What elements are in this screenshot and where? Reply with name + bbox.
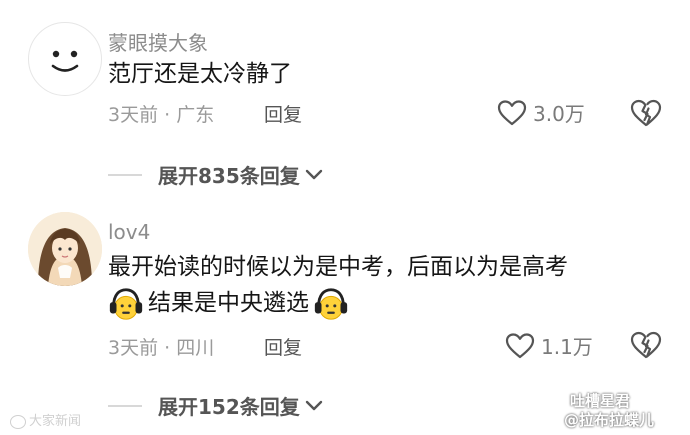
comment-text: 范厅还是太冷静了 [108, 61, 292, 87]
reply-button[interactable]: 回复 [264, 100, 302, 127]
avatar[interactable] [28, 212, 102, 286]
broken-heart-icon [630, 331, 662, 359]
divider [108, 405, 142, 407]
smiley-face-icon [51, 50, 79, 72]
divider [108, 174, 142, 176]
watermark-left: 大家新闻 [10, 410, 81, 429]
expand-label: 展开152条回复 [158, 395, 300, 419]
like-button[interactable]: 1.1万 [505, 331, 593, 360]
headphone-emoji-icon [109, 287, 143, 320]
username[interactable]: lov4 [108, 220, 150, 244]
like-count: 1.1万 [541, 335, 593, 359]
headphone-emoji-icon [314, 287, 348, 320]
broken-heart-icon [630, 99, 662, 127]
time-location: 3天前 · 四川 [108, 337, 215, 359]
avatar[interactable] [28, 22, 102, 96]
username[interactable]: 蒙眼摸大象 [108, 27, 208, 56]
expand-replies-button[interactable]: 展开835条回复 [158, 160, 324, 189]
heart-icon [497, 99, 527, 125]
comment-text-line-1: 最开始读的时候以为是中考，后面以为是高考 [108, 254, 568, 280]
like-count: 3.0万 [533, 102, 585, 126]
time-location: 3天前 · 广东 [108, 104, 215, 126]
comment-text-line-2: 结果是中央遴选 [104, 284, 353, 323]
watermark-right: 吐槽星君 @拉布拉蝶儿 [564, 392, 654, 430]
watermark-right-line-2: @拉布拉蝶儿 [564, 411, 655, 429]
reply-button[interactable]: 回复 [264, 333, 302, 360]
chevron-down-icon [305, 400, 322, 410]
watermark-left-text: 大家新闻 [29, 414, 82, 429]
dislike-button[interactable] [630, 98, 662, 132]
expand-label: 展开835条回复 [158, 164, 300, 188]
like-button[interactable]: 3.0万 [497, 98, 585, 127]
chevron-down-icon [305, 169, 322, 179]
comment-text-segment: 结果是中央遴选 [148, 290, 309, 316]
heart-icon [505, 332, 535, 358]
watermark-right-line-1: 吐槽星君 [570, 392, 631, 410]
weibo-logo-icon [10, 414, 26, 429]
expand-replies-button[interactable]: 展开152条回复 [158, 391, 324, 420]
anime-girl-icon [28, 212, 102, 286]
dislike-button[interactable] [630, 330, 662, 364]
